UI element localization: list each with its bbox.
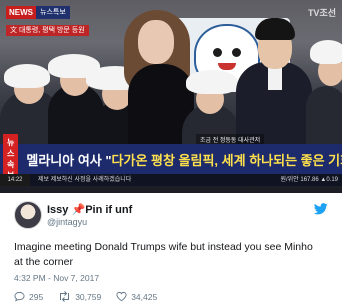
reply-icon [14,291,25,302]
headline-prefix: 멜라니아 여사 " [26,152,112,168]
like-button[interactable]: 34,425 [116,291,157,302]
tv-logo: TV조선 [307,8,336,18]
tweet-timestamp[interactable]: 4:32 PM - Nov 7, 2017 [14,273,99,283]
retweet-button[interactable]: 30,759 [58,291,101,302]
news-ticker: 뉴스속보 멜라니아 여사 "다가온 평창 올림픽, 세계 하나되는 좋은 기회" [0,134,342,184]
like-count: 34,425 [131,291,158,302]
white-cap [4,64,50,88]
ticker-bottom-bar: 14:22 제보 제보하신 사정을 사례하겠습니다 원/위안 167.86 ▲0… [0,174,342,186]
retweet-count: 30,759 [75,291,102,302]
pin-emoji: 📌 [71,204,86,216]
ticker-headline: 멜라니아 여사 "다가온 평창 올림픽, 세계 하나되는 좋은 기회" [26,150,342,169]
ticker-scroll: 제보 제보하신 사정을 사례하겠습니다 [38,177,132,183]
man-shirt [268,66,282,90]
top-bar-label: 뉴스특보 [36,6,70,19]
mascot-eye [213,48,222,57]
display-name-suffix: Pin if unf [85,204,133,216]
ticker-stock: 원/위안 167.86 ▲0.19 [280,177,338,183]
display-name-text: Issy [47,204,69,216]
headline-highlight: 다가온 평창 올림픽, 세계 하나되는 좋은 기회 [111,152,342,168]
avatar[interactable] [14,201,42,229]
retweet-icon [60,291,70,302]
mascot-eye [232,48,241,57]
top-bar-subtitle: 文 대통령, 평택 방문 등원 [6,25,89,36]
child-figure [306,86,342,150]
channel-logo: NEWS [6,6,36,19]
news-top-overlay: NEWS 뉴스특보 文 대통령, 평택 방문 등원 [6,6,89,36]
twitter-bird-icon[interactable] [314,203,328,215]
mascot-mouth [218,63,236,70]
video-frame[interactable]: NEWS 뉴스특보 文 대통령, 평택 방문 등원 TV조선 조금 전 정동동 대… [0,0,342,193]
tweet-text: Imagine meeting Donald Trumps wife but i… [14,241,313,268]
tweet-header: Issy 📌Pin if unf @jintagyu [14,201,330,229]
white-cap [310,40,342,64]
like-icon [116,291,127,302]
tweet-actions: 295 30,759 34,425 [14,291,172,302]
ticker-time: 14:22 [0,174,30,186]
man-hair [255,18,295,40]
white-cap [186,70,238,94]
reply-count: 295 [29,291,44,302]
woman-face [138,20,174,64]
reply-button[interactable]: 295 [14,291,43,302]
user-handle[interactable]: @jintagyu [47,217,87,227]
display-name[interactable]: Issy 📌Pin if unf [47,203,132,216]
